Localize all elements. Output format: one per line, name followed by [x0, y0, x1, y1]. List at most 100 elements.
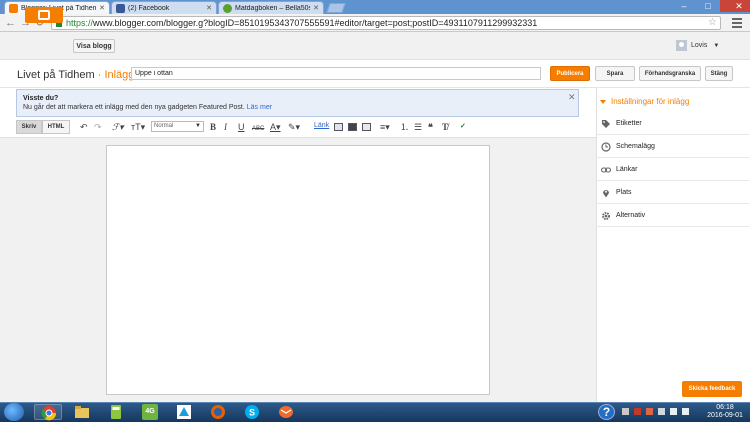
save-button[interactable]: Spara [595, 66, 635, 81]
format-select[interactable]: Normal ▼ [151, 121, 204, 132]
leaf-favicon-icon [223, 3, 232, 13]
close-button[interactable]: Stäng [705, 66, 733, 81]
back-icon[interactable]: ← [5, 17, 16, 29]
breadcrumb: Livet på Tidhem · Inlägg [17, 69, 134, 81]
spellcheck-icon[interactable]: ✓ [460, 122, 466, 132]
account-menu[interactable]: Lovis ▼ [676, 40, 719, 51]
url-text: www.blogger.com/blogger.g?blogID=8510195… [93, 18, 538, 28]
text-color-icon[interactable]: A▾ [270, 122, 281, 132]
link-button[interactable]: Länk [314, 122, 329, 129]
numbered-list-icon[interactable]: ⒈ [400, 122, 409, 132]
sidebar-item-label: Schemalägg [616, 143, 655, 150]
chevron-down-icon: ▼ [195, 123, 201, 129]
blogger-logo-icon[interactable] [25, 7, 63, 23]
font-family-icon[interactable]: ℱ▾ [112, 122, 124, 132]
jump-break-icon[interactable] [362, 123, 371, 131]
dismiss-icon[interactable]: ✕ [568, 92, 576, 103]
video-icon[interactable] [348, 123, 357, 131]
breadcrumb-separator: · [94, 69, 105, 81]
sidebar-item-labels[interactable]: Etiketter [597, 113, 749, 135]
font-size-icon[interactable]: ᴛT▾ [131, 122, 145, 132]
clock-date: 2016-09-01 [707, 412, 743, 419]
publish-button[interactable]: Publicera [550, 66, 590, 81]
flag-icon[interactable] [634, 408, 641, 415]
read-more-link[interactable]: Läs mer [247, 104, 272, 111]
info-title: Visste du? [23, 95, 59, 102]
4g-label: 4G [142, 404, 158, 420]
post-title-input[interactable] [131, 67, 541, 80]
browser-menu-icon[interactable] [732, 18, 742, 30]
url-scheme: https:// [66, 18, 94, 28]
sidebar-item-links[interactable]: Länkar [597, 159, 749, 181]
preview-button[interactable]: Förhandsgranska [639, 66, 701, 81]
minimize-icon[interactable]: – [672, 0, 696, 12]
info-banner: Visste du? Nu går det att markera ett in… [16, 89, 579, 117]
address-bar-row: ← → ↻ https://www.blogger.com/blogger.g?… [0, 14, 750, 32]
blogger-favicon-icon [9, 3, 18, 13]
sidebar-item-label: Etiketter [616, 120, 642, 127]
editor-toolbar: Skriv HTML ↶ ↷ ℱ▾ ᴛT▾ Normal ▼ B I U ABC… [16, 119, 579, 135]
pin-icon [603, 189, 609, 197]
clock-icon [601, 141, 611, 152]
4g-icon[interactable]: 4G [136, 404, 164, 420]
tab-label: (2) Facebook [128, 4, 170, 12]
clear-formatting-icon[interactable]: T̸ [442, 122, 448, 132]
help-icon[interactable]: ? [598, 404, 615, 420]
info-body: Nu går det att markera ett inlägg med de… [23, 104, 272, 111]
maximize-icon[interactable]: □ [696, 0, 720, 12]
mail-icon[interactable] [272, 404, 300, 420]
tab-close-icon[interactable]: ✕ [99, 4, 105, 12]
calculator-icon[interactable] [102, 404, 130, 420]
underline-icon[interactable]: U [238, 122, 245, 132]
tab-close-icon[interactable]: ✕ [313, 4, 319, 12]
tab-facebook[interactable]: (2) Facebook ✕ [111, 1, 217, 14]
skype-icon[interactable]: S [238, 404, 266, 420]
sidebar-item-label: Alternativ [616, 212, 646, 219]
app-icon[interactable] [170, 404, 198, 420]
post-body-editor[interactable] [106, 145, 490, 395]
blog-name[interactable]: Livet på Tidhem [17, 69, 95, 81]
explorer-icon[interactable] [68, 404, 96, 420]
chrome-icon[interactable] [34, 404, 62, 421]
tab-close-icon[interactable]: ✕ [206, 4, 212, 12]
redo-icon[interactable]: ↷ [94, 122, 102, 132]
send-feedback-button[interactable]: Skicka feedback [682, 381, 742, 397]
strikethrough-icon[interactable]: ABC [252, 124, 264, 134]
html-mode-button[interactable]: HTML [42, 120, 70, 134]
caret-down-icon [600, 99, 606, 104]
image-icon[interactable] [334, 123, 343, 131]
sidebar-item-schedule[interactable]: Schemalägg [597, 136, 749, 158]
breadcrumb-posts[interactable]: Inlägg [104, 69, 134, 81]
volume-icon[interactable] [682, 408, 689, 415]
taskbar-clock[interactable]: 06:18 2016-09-01 [703, 404, 747, 420]
sidebar-item-options[interactable]: Alternativ [597, 205, 749, 227]
tag-icon [602, 119, 610, 128]
network-icon[interactable] [670, 408, 677, 415]
firefox-icon[interactable] [204, 404, 232, 420]
bullet-list-icon[interactable]: ☰ [414, 122, 422, 132]
tab-matdagboken[interactable]: Matdagboken – Bella50s ✕ [218, 1, 324, 14]
bookmark-star-icon[interactable]: ☆ [708, 17, 717, 28]
window-close-icon[interactable]: ✕ [720, 0, 750, 12]
clock-time: 06:18 [716, 404, 734, 411]
battery-icon[interactable] [658, 408, 665, 415]
align-icon[interactable]: ≡▾ [380, 122, 390, 132]
bold-icon[interactable]: B [210, 122, 216, 132]
sidebar-item-location[interactable]: Plats [597, 182, 749, 204]
compose-mode-button[interactable]: Skriv [16, 120, 42, 134]
security-icon[interactable] [646, 408, 653, 415]
quote-icon[interactable]: ❝ [428, 122, 433, 132]
view-blog-button[interactable]: Visa blogg [73, 39, 115, 53]
chevron-down-icon: ▼ [713, 42, 720, 49]
undo-icon[interactable]: ↶ [80, 122, 88, 132]
tab-label: Matdagboken – Bella50s [235, 4, 311, 12]
italic-icon[interactable]: I [224, 122, 227, 132]
url-input[interactable]: https://www.blogger.com/blogger.g?blogID… [51, 16, 721, 30]
info-text: Nu går det att markera ett inlägg med de… [23, 104, 245, 111]
post-settings-heading[interactable]: Inställningar för inlägg [600, 97, 689, 106]
show-hidden-icons-icon[interactable] [622, 408, 629, 415]
start-button-icon[interactable] [4, 403, 24, 421]
post-settings-label: Inställningar för inlägg [611, 97, 690, 106]
user-name: Lovis [691, 42, 708, 49]
highlight-icon[interactable]: ✎▾ [288, 122, 300, 132]
